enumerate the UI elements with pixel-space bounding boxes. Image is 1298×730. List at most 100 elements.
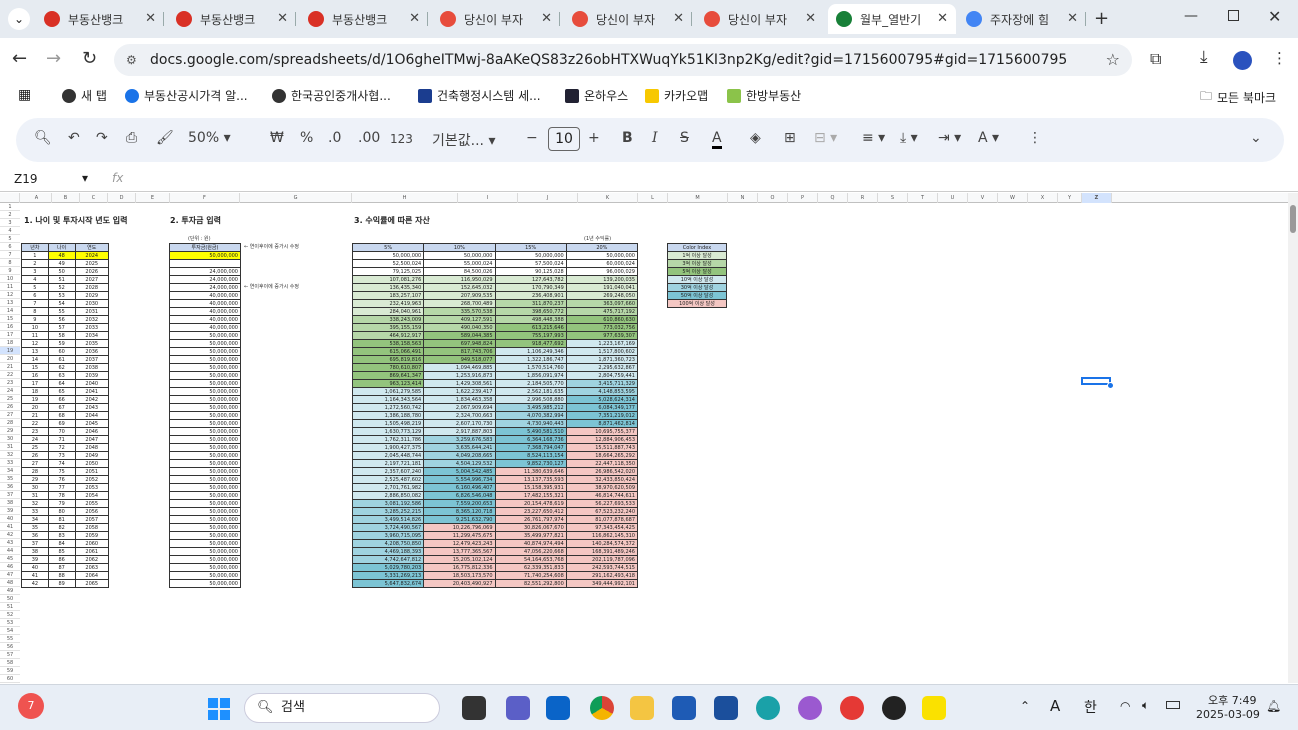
column-header[interactable]: H	[352, 193, 458, 203]
table-cell[interactable]: 86	[47, 555, 76, 564]
table-cell[interactable]: 2044	[74, 411, 110, 420]
align-horizontal-icon[interactable]: ≡ ▾	[862, 130, 885, 146]
profile-avatar[interactable]	[1233, 51, 1252, 70]
row-header[interactable]: 9	[0, 267, 20, 275]
table-cell[interactable]: 1,630,773,129	[351, 427, 425, 436]
table-cell[interactable]: 7,351,219,012	[565, 411, 639, 420]
strikethrough-button[interactable]: S	[680, 130, 689, 146]
row-header[interactable]: 54	[0, 627, 20, 635]
table-cell[interactable]: 12,884,906,453	[565, 435, 639, 444]
table-cell[interactable]: 57	[47, 323, 76, 332]
tab-close-icon[interactable]: ✕	[1067, 11, 1078, 26]
table-cell[interactable]: 2038	[74, 363, 110, 372]
row-header[interactable]: 4	[0, 227, 20, 235]
table-cell[interactable]: 50,000,000	[169, 491, 241, 500]
table-cell[interactable]: 3,081,192,586	[351, 499, 425, 508]
table-cell[interactable]: 71,740,254,608	[494, 571, 567, 580]
table-cell[interactable]: 65	[47, 387, 76, 396]
table-cell[interactable]: 363,097,660	[565, 299, 639, 308]
table-cell[interactable]: 2053	[74, 483, 110, 492]
table-cell[interactable]: 15,511,887,743	[565, 443, 639, 452]
row-header[interactable]: 46	[0, 563, 20, 571]
table-cell[interactable]: 170,790,349	[494, 283, 567, 292]
teams-icon[interactable]	[506, 696, 530, 720]
table-cell[interactable]: 16	[21, 371, 49, 380]
table-cell[interactable]: 50,000,000	[169, 531, 241, 540]
table-cell[interactable]: 2056	[74, 507, 110, 516]
table-cell[interactable]: 1,900,427,375	[351, 443, 425, 452]
legend-cell[interactable]: 30억 이상 달성	[667, 283, 727, 292]
table-cell[interactable]: 2054	[74, 491, 110, 500]
table-cell[interactable]: 869,641,347	[351, 371, 425, 380]
legend-cell[interactable]: 5억 이상 달성	[667, 267, 727, 276]
table-cell[interactable]: 81	[47, 515, 76, 524]
table-cell[interactable]: 40,000,000	[169, 323, 241, 332]
table-cell[interactable]: 116,862,145,310	[565, 531, 639, 540]
browser-tab[interactable]: 부동산뱅크 ✕	[36, 4, 164, 34]
row-header[interactable]: 37	[0, 491, 20, 499]
row-header[interactable]: 17	[0, 331, 20, 339]
table-cell[interactable]: 51	[47, 275, 76, 284]
row-header[interactable]: 24	[0, 387, 20, 395]
table-cell[interactable]: 349,444,992,101	[565, 579, 639, 588]
formula-input[interactable]	[140, 168, 1280, 191]
table-cell[interactable]: 50,000,000	[494, 251, 567, 260]
table-cell[interactable]: 1,622,239,417	[423, 387, 496, 396]
table-cell[interactable]: 30	[21, 483, 49, 492]
bookmark-kakaomap[interactable]: 카카오맵	[645, 87, 708, 104]
row-header[interactable]: 32	[0, 451, 20, 459]
table-cell[interactable]: 40,874,974,494	[494, 539, 567, 548]
currency-format-button[interactable]: ₩	[270, 130, 284, 146]
legend-cell[interactable]: 100억 이상 달성	[667, 299, 727, 308]
table-cell[interactable]: 15,205,102,124	[423, 555, 496, 564]
table-cell[interactable]: 89	[47, 579, 76, 588]
table-cell[interactable]: 697,948,824	[423, 339, 496, 348]
table-cell[interactable]: 5,331,269,213	[351, 571, 425, 580]
table-cell[interactable]: 1,106,249,346	[494, 347, 567, 356]
table-cell[interactable]: 32	[21, 499, 49, 508]
table-cell[interactable]: 11	[21, 331, 49, 340]
table-cell[interactable]: 36	[21, 531, 49, 540]
table-cell[interactable]: 11,380,639,646	[494, 467, 567, 476]
tab-close-icon[interactable]: ✕	[805, 11, 816, 26]
edge-icon[interactable]	[756, 696, 780, 720]
table-cell[interactable]: 68	[47, 411, 76, 420]
table-cell[interactable]: 88	[47, 571, 76, 580]
column-header[interactable]: W	[998, 193, 1028, 203]
row-header[interactable]: 50	[0, 595, 20, 603]
merge-cells-icon[interactable]: ⊟ ▾	[814, 130, 837, 146]
table-cell[interactable]: 398,650,772	[494, 307, 567, 316]
text-rotation-icon[interactable]: A ▾	[978, 130, 999, 146]
clock-time[interactable]: 오후 7:49	[1208, 692, 1256, 708]
row-header[interactable]: 5	[0, 235, 20, 243]
chrome-icon[interactable]	[590, 696, 614, 720]
table-cell[interactable]: 2042	[74, 395, 110, 404]
table-cell[interactable]: 80	[47, 507, 76, 516]
table-cell[interactable]: 50,000,000	[169, 555, 241, 564]
fill-color-icon[interactable]: ◈	[750, 130, 761, 146]
number-format-button[interactable]: 123	[390, 132, 413, 146]
table-cell[interactable]: 5,554,996,734	[423, 475, 496, 484]
row-header[interactable]: 3	[0, 219, 20, 227]
row-header[interactable]: 16	[0, 323, 20, 331]
table-cell[interactable]: 54	[47, 299, 76, 308]
table-cell[interactable]: 538,158,563	[351, 339, 425, 348]
bold-button[interactable]: B	[622, 130, 633, 146]
table-cell[interactable]: 2031	[74, 307, 110, 316]
table-cell[interactable]: 20	[21, 403, 49, 412]
row-header[interactable]: 2	[0, 211, 20, 219]
table-cell[interactable]: 3,285,252,215	[351, 507, 425, 516]
table-cell[interactable]: 18,664,265,292	[565, 451, 639, 460]
table-cell[interactable]: 4	[21, 275, 49, 284]
table-cell[interactable]: 1,322,186,747	[494, 355, 567, 364]
table-cell[interactable]: 35	[21, 523, 49, 532]
undo-icon[interactable]: ↶	[68, 130, 80, 146]
legend-cell[interactable]: 3억 이상 달성	[667, 259, 727, 268]
table-cell[interactable]: 2036	[74, 347, 110, 356]
print-icon[interactable]: ⎙	[126, 130, 137, 146]
table-cell[interactable]: 40,000,000	[169, 307, 241, 316]
row-header[interactable]: 8	[0, 259, 20, 267]
table-cell[interactable]: 3,499,514,826	[351, 515, 425, 524]
row-header[interactable]: 53	[0, 619, 20, 627]
column-header[interactable]: G	[240, 193, 352, 203]
